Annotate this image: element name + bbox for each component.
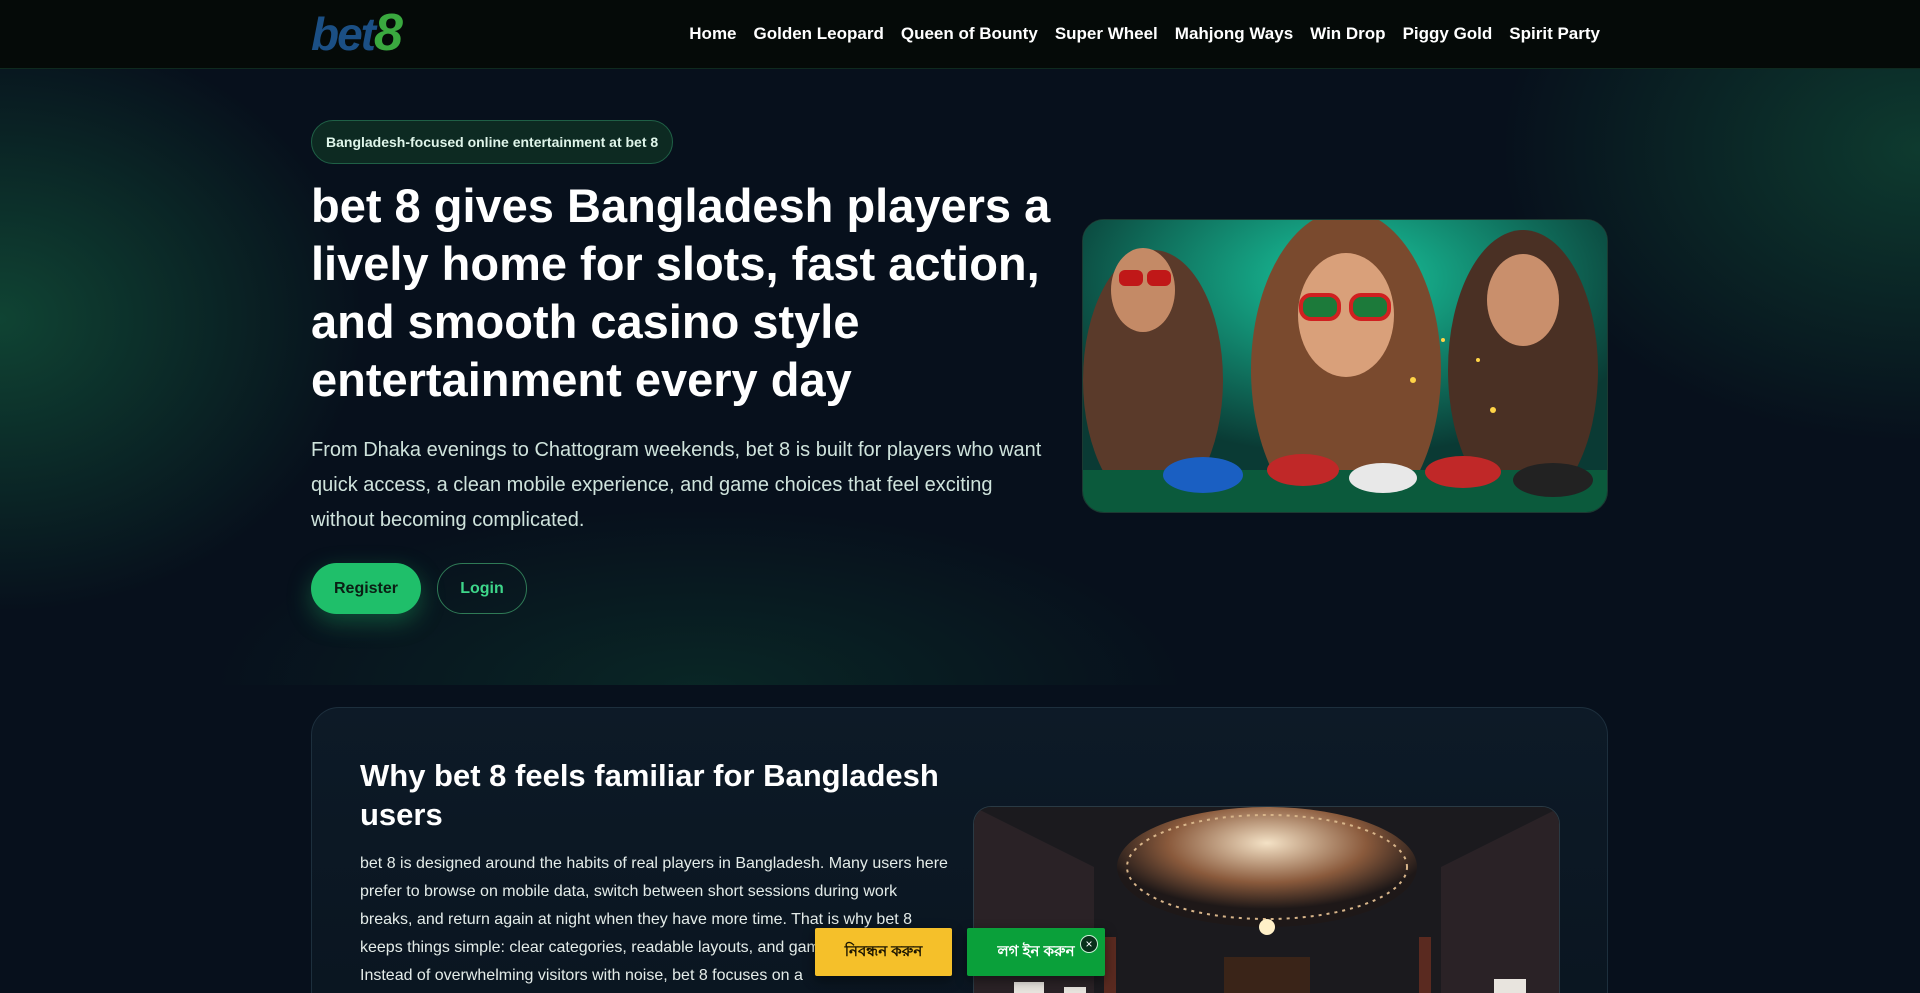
hero-description: From Dhaka evenings to Chattogram weeken… [311,439,1042,531]
nav-item-win-drop[interactable]: Win Drop [1310,24,1385,44]
nav-item-mahjong-ways[interactable]: Mahjong Ways [1175,24,1293,44]
bet8-logo[interactable]: bet8 [311,7,403,59]
login-button[interactable]: Login [437,563,527,614]
hero-badge: Bangladesh-focused online entertainment … [311,120,674,164]
hero-section: Bangladesh-focused online entertainment … [0,69,1920,685]
nav-item-queen-of-bounty[interactable]: Queen of Bounty [901,24,1038,44]
why-bet8-card: Why bet 8 feels familiar for Bangladesh … [311,707,1608,993]
logo-text-8: 8 [374,4,403,62]
nav-item-golden-leopard[interactable]: Golden Leopard [754,24,884,44]
main-nav: Home Golden Leopard Queen of Bounty Supe… [689,0,1600,68]
close-icon[interactable]: × [1080,935,1098,953]
register-button[interactable]: Register [311,563,421,614]
nav-item-piggy-gold[interactable]: Piggy Gold [1403,24,1493,44]
nav-item-home[interactable]: Home [689,24,736,44]
hero-image-illustration [1083,220,1607,512]
hero-casino-image [1082,219,1608,513]
floating-register-button[interactable]: নিবন্ধন করুন [815,928,952,976]
logo-text-bet: bet [311,8,376,60]
section-title: Why bet 8 feels familiar for Bangladesh … [360,758,939,832]
nav-item-spirit-party[interactable]: Spirit Party [1509,24,1600,44]
hero-title: bet 8 gives Bangladesh players a lively … [311,179,1051,406]
nav-item-super-wheel[interactable]: Super Wheel [1055,24,1158,44]
site-header: bet8 Home Golden Leopard Queen of Bounty… [0,0,1920,69]
